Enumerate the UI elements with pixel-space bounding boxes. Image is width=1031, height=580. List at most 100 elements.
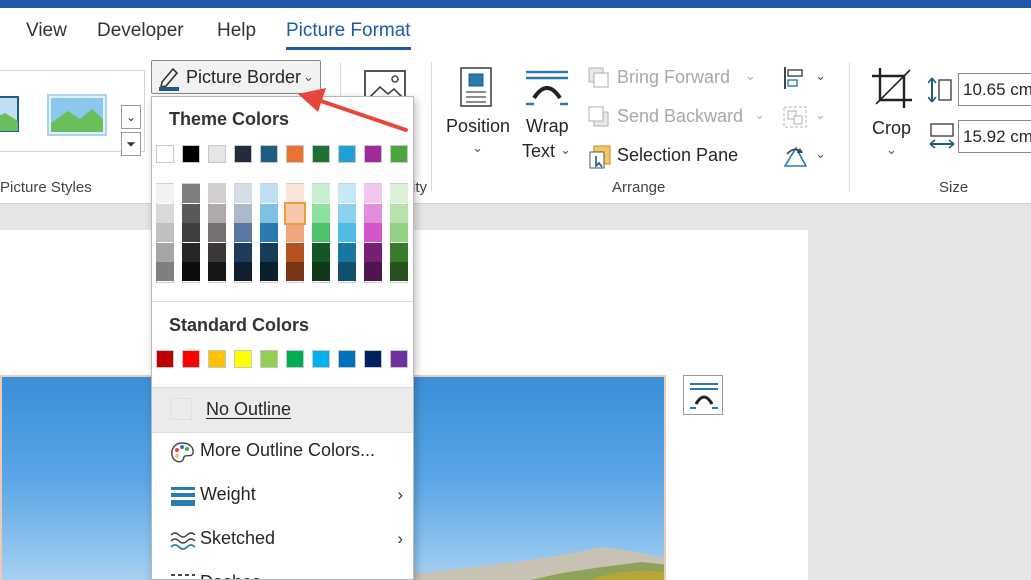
position-icon[interactable] — [459, 66, 495, 110]
align-icon[interactable] — [782, 66, 808, 90]
bring-forward-button[interactable]: Bring Forward — [617, 67, 730, 88]
theme-shade-swatch[interactable] — [284, 201, 306, 225]
sketched-item[interactable]: Sketched › — [152, 517, 413, 561]
theme-shade-swatch[interactable] — [364, 242, 382, 262]
standard-color-swatch[interactable] — [234, 350, 252, 368]
theme-color-swatch[interactable] — [312, 145, 330, 163]
theme-shade-swatch[interactable] — [286, 223, 304, 243]
theme-shade-swatch[interactable] — [338, 184, 356, 203]
selection-pane-button[interactable]: Selection Pane — [617, 145, 738, 166]
theme-shade-swatch[interactable] — [260, 223, 278, 243]
theme-shade-swatch[interactable] — [156, 223, 174, 243]
send-backward-button[interactable]: Send Backward — [617, 106, 743, 127]
theme-shade-swatch[interactable] — [182, 262, 200, 282]
crop-button[interactable]: Crop — [872, 118, 911, 139]
theme-color-swatch[interactable] — [234, 145, 252, 163]
theme-shade-swatch[interactable] — [364, 184, 382, 203]
no-outline-item[interactable]: No Outline — [152, 388, 413, 432]
theme-shade-swatch[interactable] — [312, 203, 330, 223]
theme-shade-swatch[interactable] — [390, 184, 408, 203]
wrap-text-button-line2[interactable]: Text — [522, 141, 555, 162]
position-button[interactable]: Position — [446, 116, 510, 137]
standard-color-swatch[interactable] — [364, 350, 382, 368]
theme-shade-swatch[interactable] — [234, 184, 252, 203]
theme-color-swatch[interactable] — [364, 145, 382, 163]
theme-shade-swatch[interactable] — [156, 184, 174, 203]
wrap-text-icon[interactable] — [524, 68, 570, 108]
standard-color-swatch[interactable] — [390, 350, 408, 368]
standard-color-swatch[interactable] — [182, 350, 200, 368]
theme-shade-swatch[interactable] — [208, 203, 226, 223]
wrap-text-button[interactable]: Wrap — [526, 116, 569, 137]
dashes-item[interactable]: Dashes › — [152, 561, 413, 579]
theme-shade-swatch[interactable] — [234, 242, 252, 262]
theme-color-swatch[interactable] — [182, 145, 200, 163]
theme-shade-swatch[interactable] — [208, 223, 226, 243]
theme-shade-swatch[interactable] — [390, 203, 408, 223]
theme-shade-swatch[interactable] — [182, 203, 200, 223]
width-field[interactable]: 15.92 cm — [958, 120, 1031, 153]
gallery-expand-button[interactable]: ⏷ — [121, 132, 141, 156]
theme-shade-swatch[interactable] — [208, 242, 226, 262]
theme-shade-swatch[interactable] — [312, 184, 330, 203]
tab-help[interactable]: Help — [217, 20, 256, 42]
theme-color-swatch[interactable] — [338, 145, 356, 163]
theme-color-swatch[interactable] — [260, 145, 278, 163]
theme-shade-swatch[interactable] — [156, 242, 174, 262]
theme-shade-swatch[interactable] — [338, 242, 356, 262]
picture-style-icon[interactable] — [46, 93, 108, 137]
standard-color-swatch[interactable] — [312, 350, 330, 368]
theme-shade-swatch[interactable] — [312, 223, 330, 243]
theme-shade-swatch[interactable] — [338, 223, 356, 243]
tab-developer[interactable]: Developer — [97, 20, 184, 42]
theme-shade-swatch[interactable] — [312, 242, 330, 262]
standard-color-swatch[interactable] — [286, 350, 304, 368]
rotate-icon[interactable] — [782, 144, 808, 168]
theme-shade-swatch[interactable] — [208, 262, 226, 282]
crop-icon[interactable] — [870, 66, 914, 110]
theme-shade-swatch[interactable] — [260, 203, 278, 223]
theme-shade-swatch[interactable] — [286, 242, 304, 262]
theme-shade-swatch[interactable] — [260, 184, 278, 203]
tab-picture-format[interactable]: Picture Format — [286, 20, 411, 50]
theme-shade-swatch[interactable] — [182, 184, 200, 203]
theme-shade-swatch[interactable] — [338, 203, 356, 223]
theme-color-swatch[interactable] — [208, 145, 226, 163]
theme-shade-swatch[interactable] — [364, 203, 382, 223]
theme-shade-swatch[interactable] — [260, 262, 278, 282]
theme-shade-swatch[interactable] — [182, 242, 200, 262]
theme-shade-swatch[interactable] — [156, 203, 174, 223]
weight-item[interactable]: Weight › — [152, 473, 413, 517]
theme-shade-swatch[interactable] — [234, 223, 252, 243]
theme-shade-swatch[interactable] — [182, 223, 200, 243]
standard-color-swatch[interactable] — [260, 350, 278, 368]
theme-color-swatch[interactable] — [156, 145, 174, 163]
standard-color-swatch[interactable] — [208, 350, 226, 368]
theme-shade-swatch[interactable] — [390, 242, 408, 262]
gallery-more-button[interactable]: ⌄ — [121, 105, 141, 129]
theme-color-swatch[interactable] — [286, 145, 304, 163]
picture-styles-gallery[interactable]: ⌄ ⏷ — [0, 70, 145, 156]
theme-shade-swatch[interactable] — [338, 262, 356, 282]
theme-shade-swatch[interactable] — [312, 262, 330, 282]
theme-shade-swatch[interactable] — [364, 223, 382, 243]
standard-color-swatch[interactable] — [338, 350, 356, 368]
standard-color-swatch[interactable] — [156, 350, 174, 368]
height-field[interactable]: 10.65 cm — [958, 73, 1031, 106]
theme-shade-swatch[interactable] — [156, 262, 174, 282]
theme-color-swatch[interactable] — [390, 145, 408, 163]
theme-shade-swatch[interactable] — [208, 184, 226, 203]
picture-style-icon[interactable] — [0, 95, 20, 135]
tab-view[interactable]: View — [26, 20, 67, 42]
theme-shade-swatch[interactable] — [234, 262, 252, 282]
theme-shade-swatch[interactable] — [390, 223, 408, 243]
theme-shade-swatch[interactable] — [234, 203, 252, 223]
theme-shade-swatch[interactable] — [390, 262, 408, 282]
theme-shade-swatch[interactable] — [286, 184, 304, 203]
group-icon[interactable] — [782, 105, 808, 129]
layout-options-button[interactable] — [683, 375, 723, 415]
more-outline-colors-item[interactable]: More Outline Colors... — [152, 429, 413, 473]
theme-shade-swatch[interactable] — [286, 262, 304, 282]
theme-shade-swatch[interactable] — [364, 262, 382, 282]
theme-shade-swatch[interactable] — [260, 242, 278, 262]
